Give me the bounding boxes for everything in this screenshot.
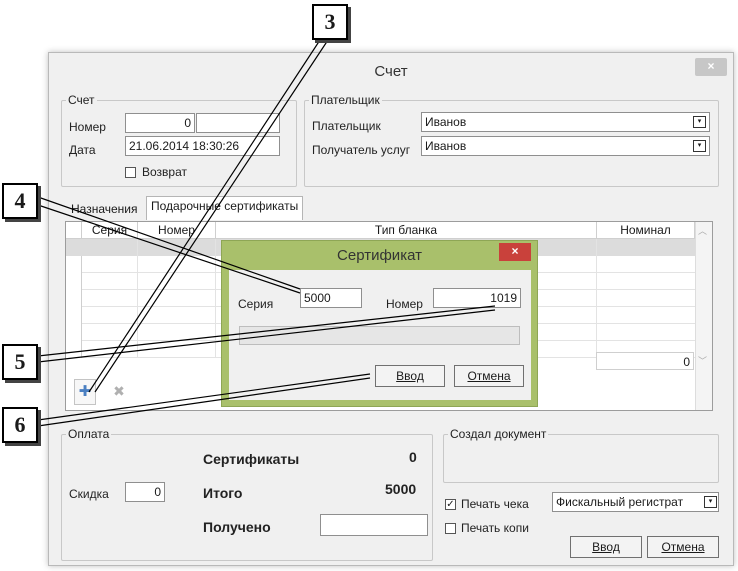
callout-5: 5: [2, 344, 38, 380]
callout-3: 3: [312, 4, 348, 40]
callout-lines: [37, 39, 496, 427]
callout-5-line-b: [37, 309, 496, 363]
callout-6-line-a: [37, 373, 371, 421]
callout-6-line-b: [37, 377, 371, 427]
callout-3-line-b: [94, 39, 329, 393]
callout-4-line-a: [37, 196, 301, 290]
callout-6: 6: [2, 407, 38, 443]
callout-5-line-a: [37, 305, 496, 357]
callout-3-line-a: [88, 39, 321, 393]
callout-4: 4: [2, 183, 38, 219]
